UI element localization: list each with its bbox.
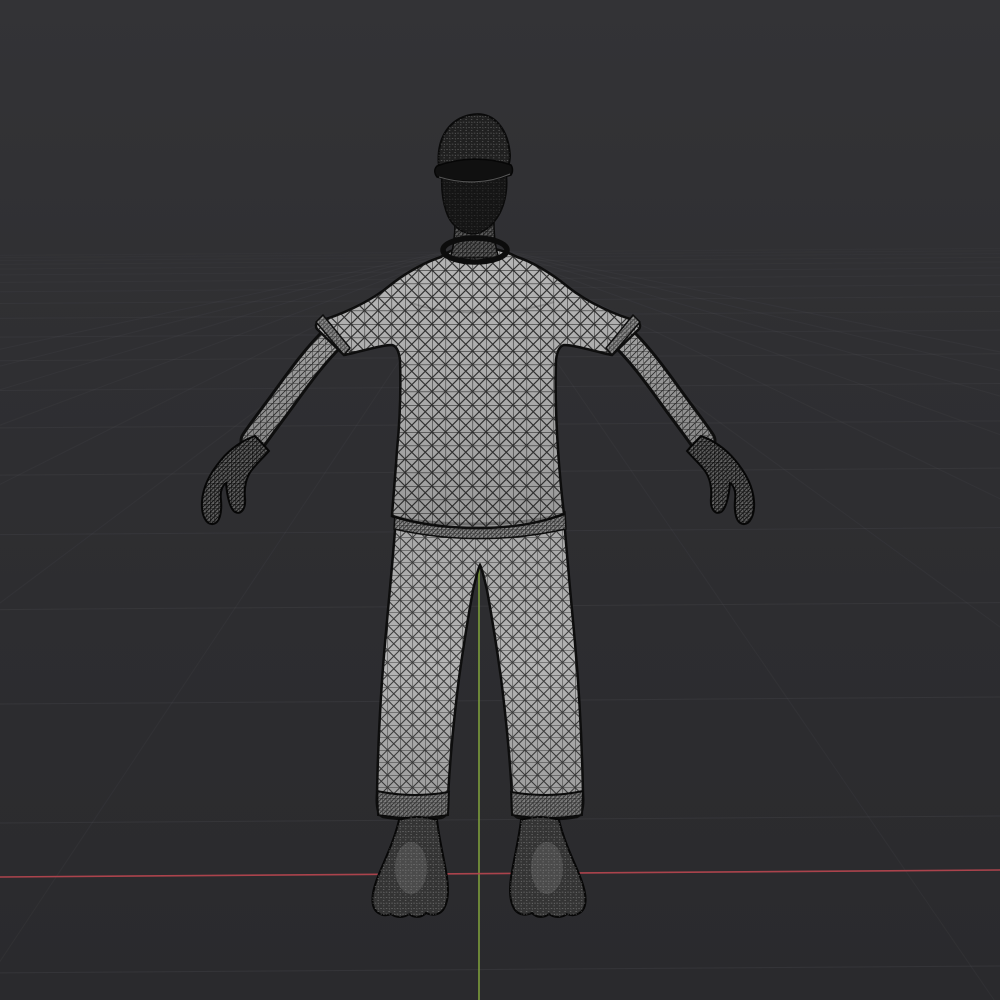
pants-cuff-left-wires — [377, 791, 449, 818]
viewport-canvas[interactable] — [0, 0, 1000, 1000]
pants-cuff-right-wires — [511, 791, 583, 818]
left-shoe-highlight — [395, 842, 427, 894]
right-shoe-highlight — [531, 842, 563, 894]
viewport-3d[interactable] — [0, 0, 1000, 1000]
